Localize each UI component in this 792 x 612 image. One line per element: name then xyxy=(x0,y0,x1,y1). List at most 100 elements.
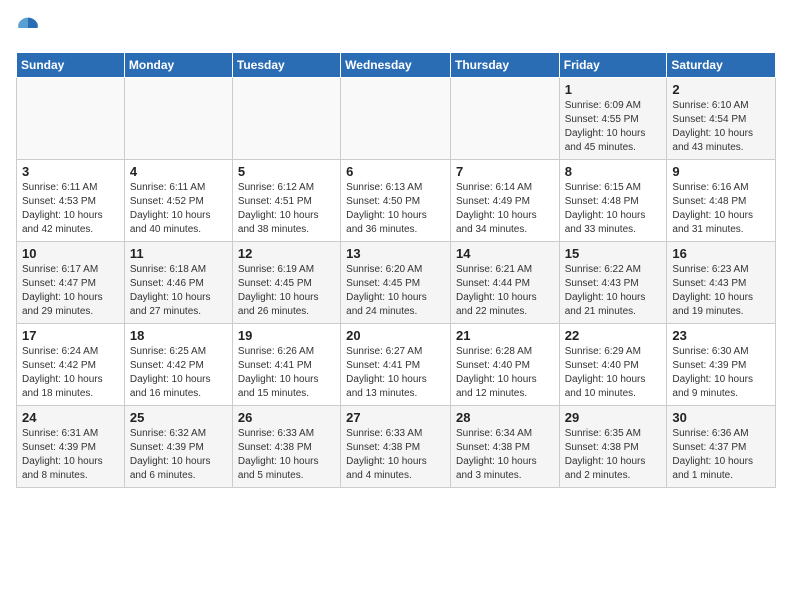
calendar-cell: 11Sunrise: 6:18 AM Sunset: 4:46 PM Dayli… xyxy=(124,242,232,324)
weekday-header: Monday xyxy=(124,53,232,78)
day-info: Sunrise: 6:31 AM Sunset: 4:39 PM Dayligh… xyxy=(22,427,119,483)
calendar-cell: 1 Sunrise: 6:09 AM Sunset: 4:55 PM Daylig… xyxy=(559,78,667,160)
day-info: Sunrise: 6:18 AM Sunset: 4:46 PM Dayligh… xyxy=(130,263,227,319)
day-info: Sunrise: 6:28 AM Sunset: 4:40 PM Dayligh… xyxy=(456,345,554,401)
calendar-cell xyxy=(17,78,125,160)
calendar-cell: 12 Sunrise: 6:19 AM Sunset: 4:45 PM Dayli… xyxy=(232,242,340,324)
calendar-cell: 28 Sunrise: 6:34 AM Sunset: 4:38 PM Dayli… xyxy=(450,406,559,488)
calendar-cell: 25 Sunrise: 6:32 AM Sunset: 4:39 PM Dayli… xyxy=(124,406,232,488)
day-number: 28 xyxy=(456,410,554,425)
day-info: Sunrise: 6:33 AM Sunset: 4:38 PM Dayligh… xyxy=(346,427,445,483)
day-info: Sunrise: 6:36 AM Sunset: 4:37 PM Dayligh… xyxy=(672,427,770,483)
day-info: Sunrise: 6:24 AM Sunset: 4:42 PM Dayligh… xyxy=(22,345,119,401)
calendar-cell: 26 Sunrise: 6:33 AM Sunset: 4:38 PM Dayli… xyxy=(232,406,340,488)
calendar-cell: 23 Sunrise: 6:30 AM Sunset: 4:39 PM Dayli… xyxy=(667,324,776,406)
day-info: Sunrise: 6:35 AM Sunset: 4:38 PM Dayligh… xyxy=(565,427,662,483)
day-info: Sunrise: 6:30 AM Sunset: 4:39 PM Dayligh… xyxy=(672,345,770,401)
day-number: 15 xyxy=(565,246,662,261)
calendar-cell: 24 Sunrise: 6:31 AM Sunset: 4:39 PM Dayli… xyxy=(17,406,125,488)
calendar-cell xyxy=(232,78,340,160)
day-number: 4 xyxy=(130,164,227,179)
day-number: 9 xyxy=(672,164,770,179)
calendar-cell: 7 Sunrise: 6:14 AM Sunset: 4:49 PM Daylig… xyxy=(450,160,559,242)
day-info: Sunrise: 6:34 AM Sunset: 4:38 PM Dayligh… xyxy=(456,427,554,483)
day-number: 1 xyxy=(565,82,662,97)
calendar-cell: 13 Sunrise: 6:20 AM Sunset: 4:45 PM Dayli… xyxy=(341,242,451,324)
day-number: 12 xyxy=(238,246,335,261)
weekday-header: Saturday xyxy=(667,53,776,78)
day-info: Sunrise: 6:09 AM Sunset: 4:55 PM Dayligh… xyxy=(565,99,662,155)
day-number: 16 xyxy=(672,246,770,261)
calendar-cell: 14 Sunrise: 6:21 AM Sunset: 4:44 PM Dayli… xyxy=(450,242,559,324)
day-info: Sunrise: 6:14 AM Sunset: 4:49 PM Dayligh… xyxy=(456,181,554,237)
day-number: 30 xyxy=(672,410,770,425)
day-info: Sunrise: 6:19 AM Sunset: 4:45 PM Dayligh… xyxy=(238,263,335,319)
day-number: 10 xyxy=(22,246,119,261)
calendar-cell: 10 Sunrise: 6:17 AM Sunset: 4:47 PM Dayli… xyxy=(17,242,125,324)
calendar-cell: 18 Sunrise: 6:25 AM Sunset: 4:42 PM Dayli… xyxy=(124,324,232,406)
day-number: 22 xyxy=(565,328,662,343)
day-number: 5 xyxy=(238,164,335,179)
calendar-cell: 15 Sunrise: 6:22 AM Sunset: 4:43 PM Dayli… xyxy=(559,242,667,324)
calendar-cell: 17 Sunrise: 6:24 AM Sunset: 4:42 PM Dayli… xyxy=(17,324,125,406)
day-number: 29 xyxy=(565,410,662,425)
calendar-cell: 29 Sunrise: 6:35 AM Sunset: 4:38 PM Dayli… xyxy=(559,406,667,488)
day-number: 6 xyxy=(346,164,445,179)
day-number: 27 xyxy=(346,410,445,425)
page-header xyxy=(16,16,776,40)
day-number: 8 xyxy=(565,164,662,179)
calendar-cell: 22 Sunrise: 6:29 AM Sunset: 4:40 PM Dayli… xyxy=(559,324,667,406)
day-info: Sunrise: 6:26 AM Sunset: 4:41 PM Dayligh… xyxy=(238,345,335,401)
day-info: Sunrise: 6:16 AM Sunset: 4:48 PM Dayligh… xyxy=(672,181,770,237)
calendar-cell: 6 Sunrise: 6:13 AM Sunset: 4:50 PM Daylig… xyxy=(341,160,451,242)
day-info: Sunrise: 6:11 AM Sunset: 4:53 PM Dayligh… xyxy=(22,181,119,237)
calendar-cell: 21 Sunrise: 6:28 AM Sunset: 4:40 PM Dayli… xyxy=(450,324,559,406)
day-info: Sunrise: 6:33 AM Sunset: 4:38 PM Dayligh… xyxy=(238,427,335,483)
weekday-header: Tuesday xyxy=(232,53,340,78)
calendar-cell xyxy=(124,78,232,160)
calendar-cell: 2 Sunrise: 6:10 AM Sunset: 4:54 PM Daylig… xyxy=(667,78,776,160)
calendar-cell: 30 Sunrise: 6:36 AM Sunset: 4:37 PM Dayli… xyxy=(667,406,776,488)
calendar-cell: 9 Sunrise: 6:16 AM Sunset: 4:48 PM Daylig… xyxy=(667,160,776,242)
day-number: 14 xyxy=(456,246,554,261)
weekday-header: Thursday xyxy=(450,53,559,78)
day-info: Sunrise: 6:27 AM Sunset: 4:41 PM Dayligh… xyxy=(346,345,445,401)
day-info: Sunrise: 6:21 AM Sunset: 4:44 PM Dayligh… xyxy=(456,263,554,319)
day-info: Sunrise: 6:20 AM Sunset: 4:45 PM Dayligh… xyxy=(346,263,445,319)
calendar-cell xyxy=(450,78,559,160)
weekday-header: Sunday xyxy=(17,53,125,78)
day-number: 19 xyxy=(238,328,335,343)
calendar-cell: 3Sunrise: 6:11 AM Sunset: 4:53 PM Daylig… xyxy=(17,160,125,242)
calendar-cell: 16 Sunrise: 6:23 AM Sunset: 4:43 PM Dayli… xyxy=(667,242,776,324)
day-number: 2 xyxy=(672,82,770,97)
calendar-cell xyxy=(341,78,451,160)
day-number: 26 xyxy=(238,410,335,425)
calendar-cell: 27 Sunrise: 6:33 AM Sunset: 4:38 PM Dayli… xyxy=(341,406,451,488)
weekday-header: Wednesday xyxy=(341,53,451,78)
day-number: 20 xyxy=(346,328,445,343)
day-number: 21 xyxy=(456,328,554,343)
day-number: 7 xyxy=(456,164,554,179)
day-number: 25 xyxy=(130,410,227,425)
day-number: 23 xyxy=(672,328,770,343)
calendar-cell: 20 Sunrise: 6:27 AM Sunset: 4:41 PM Dayli… xyxy=(341,324,451,406)
calendar-cell: 4 Sunrise: 6:11 AM Sunset: 4:52 PM Daylig… xyxy=(124,160,232,242)
calendar-cell: 8Sunrise: 6:15 AM Sunset: 4:48 PM Daylig… xyxy=(559,160,667,242)
day-number: 17 xyxy=(22,328,119,343)
day-info: Sunrise: 6:10 AM Sunset: 4:54 PM Dayligh… xyxy=(672,99,770,155)
calendar-cell: 5Sunrise: 6:12 AM Sunset: 4:51 PM Daylig… xyxy=(232,160,340,242)
day-info: Sunrise: 6:22 AM Sunset: 4:43 PM Dayligh… xyxy=(565,263,662,319)
day-info: Sunrise: 6:17 AM Sunset: 4:47 PM Dayligh… xyxy=(22,263,119,319)
weekday-header: Friday xyxy=(559,53,667,78)
calendar-cell: 19 Sunrise: 6:26 AM Sunset: 4:41 PM Dayli… xyxy=(232,324,340,406)
day-number: 13 xyxy=(346,246,445,261)
day-info: Sunrise: 6:29 AM Sunset: 4:40 PM Dayligh… xyxy=(565,345,662,401)
day-info: Sunrise: 6:32 AM Sunset: 4:39 PM Dayligh… xyxy=(130,427,227,483)
day-info: Sunrise: 6:25 AM Sunset: 4:42 PM Dayligh… xyxy=(130,345,227,401)
day-number: 18 xyxy=(130,328,227,343)
day-number: 24 xyxy=(22,410,119,425)
calendar-table: SundayMondayTuesdayWednesdayThursdayFrid… xyxy=(16,52,776,488)
day-info: Sunrise: 6:13 AM Sunset: 4:50 PM Dayligh… xyxy=(346,181,445,237)
day-info: Sunrise: 6:23 AM Sunset: 4:43 PM Dayligh… xyxy=(672,263,770,319)
day-info: Sunrise: 6:11 AM Sunset: 4:52 PM Dayligh… xyxy=(130,181,227,237)
